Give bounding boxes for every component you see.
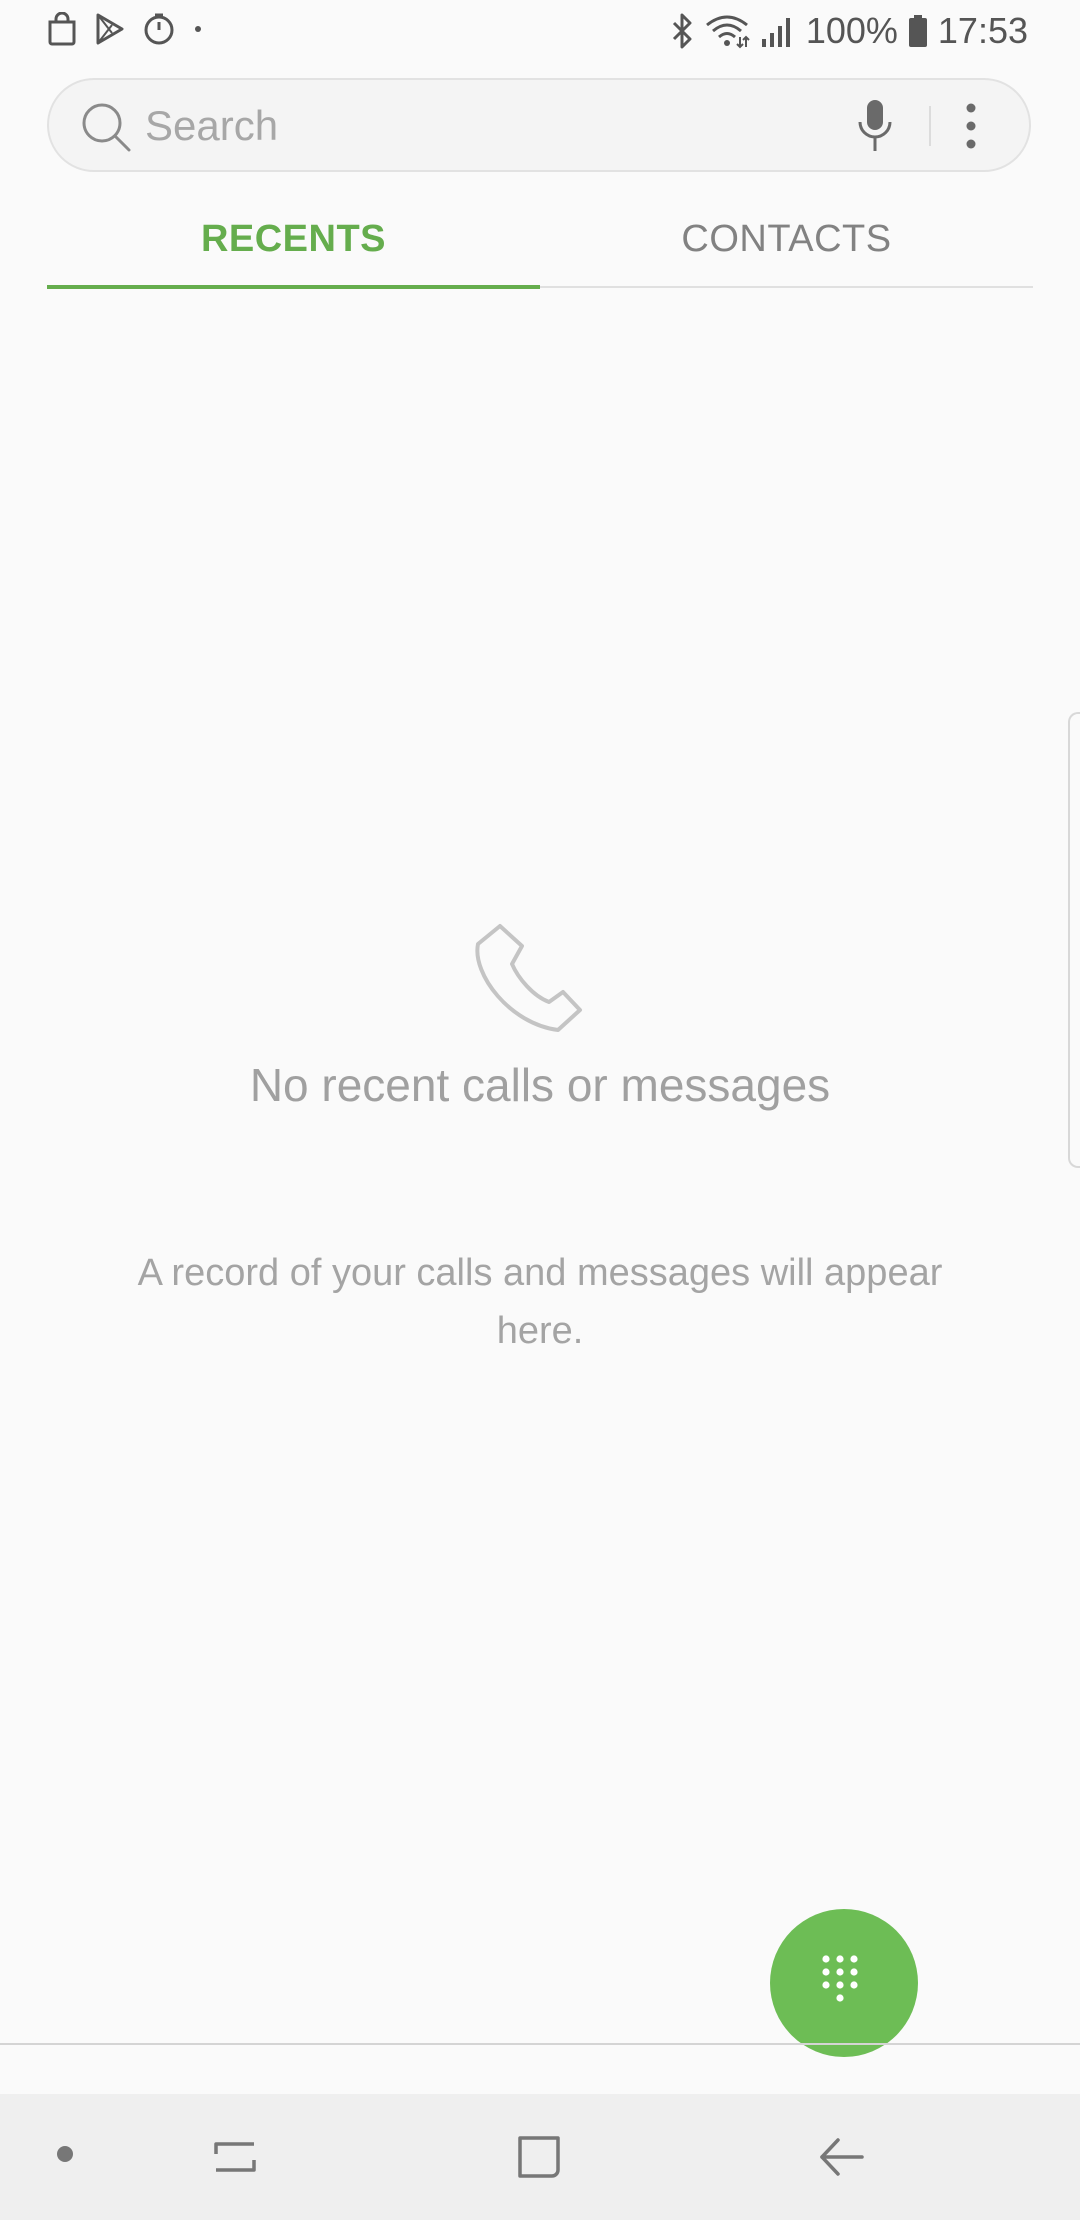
home-icon[interactable] [514,2132,564,2187]
tab-contacts[interactable]: CONTACTS [540,200,1033,290]
wifi-icon [704,13,750,49]
tab-active-indicator [47,285,540,289]
tab-recents[interactable]: RECENTS [47,200,540,290]
navigation-bar [0,2094,1080,2220]
search-divider [929,106,931,146]
signal-icon [760,13,796,49]
tab-bar: RECENTS CONTACTS [47,200,1033,292]
more-vert-icon[interactable] [961,100,981,157]
dialpad-icon [822,1955,858,2002]
play-store-icon [94,12,126,46]
empty-state-description: A record of your calls and messages will… [137,1252,943,1352]
battery-icon [908,14,928,48]
dot-icon [192,12,204,46]
dialpad-button[interactable] [770,1909,918,2057]
edge-panel-handle[interactable] [1068,712,1080,1168]
search-input[interactable]: Search [145,102,278,150]
search-icon [79,100,133,159]
nav-dot-icon[interactable] [57,2146,73,2162]
empty-state-title: No recent calls or messages [249,1059,831,1111]
status-bar: 100% 17:53 [0,0,1080,62]
timer-icon [142,12,176,46]
recent-apps-icon[interactable] [210,2132,260,2187]
phone-icon [470,914,610,1059]
search-bar[interactable]: Search [47,78,1031,172]
battery-percent: 100% [805,10,898,51]
shopping-bag-icon [46,12,78,46]
bottom-divider [0,2043,1080,2045]
status-notification-icons [46,12,204,46]
back-icon[interactable] [816,2132,866,2187]
clock: 17:53 [937,10,1028,51]
status-system-icons: 100% 17:53 [670,10,1028,52]
bluetooth-icon [670,13,694,49]
mic-icon[interactable] [855,98,895,159]
